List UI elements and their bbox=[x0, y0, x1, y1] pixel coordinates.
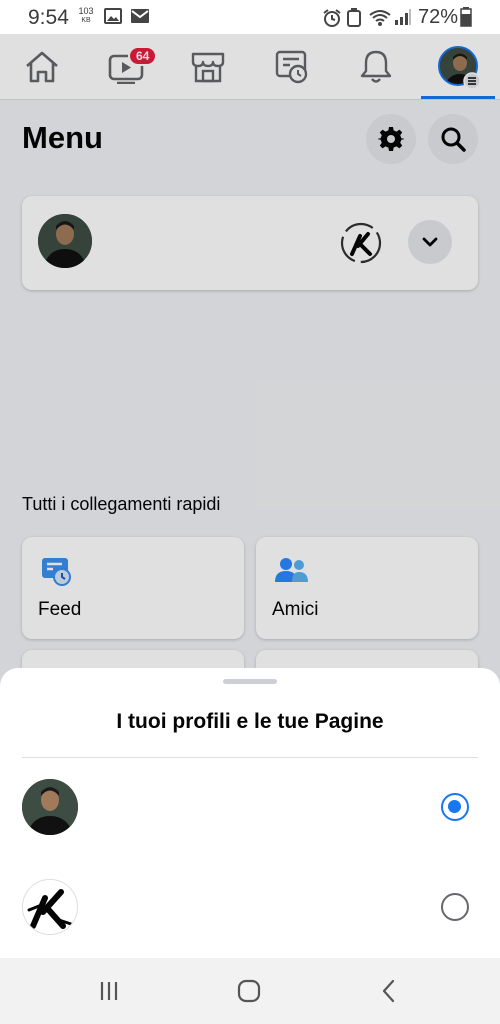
sheet-title: I tuoi profili e le tue Pagine bbox=[116, 710, 384, 733]
gallery-icon bbox=[104, 8, 122, 24]
profile-option-avatar bbox=[22, 779, 78, 835]
profiles-bottom-sheet: I tuoi profili e le tue Pagine bbox=[0, 668, 500, 958]
back-button[interactable] bbox=[376, 978, 402, 1004]
mail-icon bbox=[131, 9, 149, 23]
home-circle-icon bbox=[237, 979, 261, 1003]
profile-option-page-logo bbox=[22, 879, 78, 935]
profile-option-personal[interactable] bbox=[0, 766, 500, 850]
radio-unselected[interactable] bbox=[441, 893, 469, 921]
saver-icon bbox=[347, 8, 361, 27]
page-logo-icon bbox=[23, 880, 77, 934]
alarm-icon bbox=[323, 9, 341, 27]
recent-apps-icon bbox=[100, 982, 118, 1000]
system-nav-bar bbox=[0, 958, 500, 1024]
data-rate: 103 KB bbox=[78, 6, 94, 24]
back-icon bbox=[382, 979, 395, 1003]
status-bar: 9:54 103 KB 72% bbox=[0, 0, 500, 34]
home-button[interactable] bbox=[234, 978, 264, 1004]
battery-icon bbox=[460, 7, 472, 27]
profile-option-page[interactable] bbox=[0, 866, 500, 950]
person-photo-icon bbox=[22, 779, 78, 835]
status-time: 9:54 bbox=[28, 6, 69, 29]
recent-apps-button[interactable] bbox=[96, 978, 122, 1004]
radio-selected[interactable] bbox=[441, 793, 469, 821]
signal-icon bbox=[395, 9, 411, 25]
divider bbox=[22, 757, 478, 758]
wifi-icon bbox=[369, 10, 391, 26]
drag-handle[interactable] bbox=[223, 679, 277, 684]
battery-level: 72% bbox=[418, 6, 459, 28]
